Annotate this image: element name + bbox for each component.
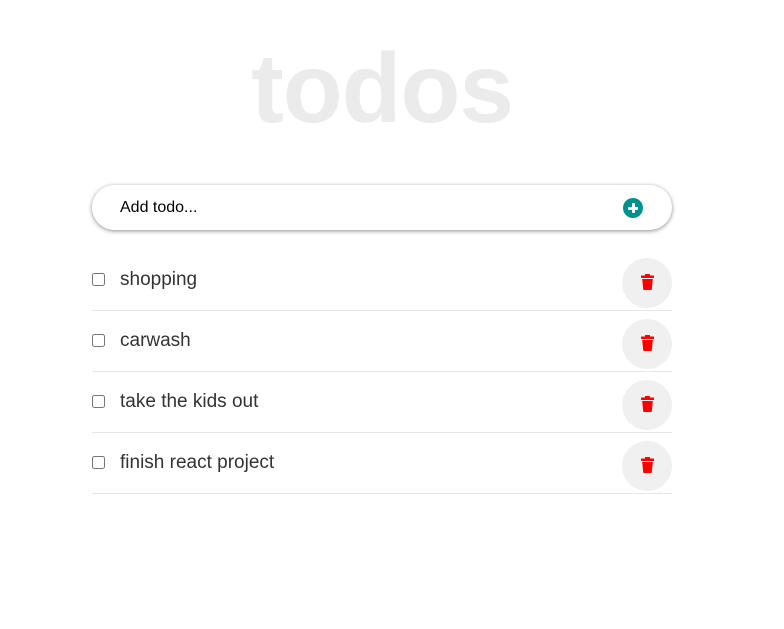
- todo-text: shopping: [120, 269, 198, 290]
- trash-icon: [641, 335, 654, 351]
- todo-checkbox[interactable]: [92, 456, 105, 469]
- delete-button[interactable]: [622, 380, 672, 430]
- todo-text: take the kids out: [120, 391, 259, 412]
- trash-icon: [641, 457, 654, 473]
- todo-item: finish react project: [92, 433, 672, 494]
- trash-icon: [641, 396, 654, 412]
- todo-item: take the kids out: [92, 372, 672, 433]
- todo-item: carwash: [92, 311, 672, 372]
- add-todo-input[interactable]: [120, 185, 600, 230]
- todo-list: shopping carwash take the kids out finis…: [92, 250, 672, 494]
- todo-text: finish react project: [120, 452, 275, 473]
- delete-button[interactable]: [622, 319, 672, 369]
- delete-button[interactable]: [622, 258, 672, 308]
- todo-checkbox[interactable]: [92, 395, 105, 408]
- trash-icon: [641, 274, 654, 290]
- plus-circle-icon[interactable]: [623, 198, 643, 218]
- todo-text: carwash: [120, 330, 191, 351]
- todo-app: todos shopping carwash: [0, 0, 784, 629]
- app-title: todos: [251, 33, 514, 143]
- todo-checkbox[interactable]: [92, 334, 105, 347]
- todo-item: shopping: [92, 250, 672, 311]
- add-todo-bar: [92, 185, 672, 230]
- delete-button[interactable]: [622, 441, 672, 491]
- todo-checkbox[interactable]: [92, 273, 105, 286]
